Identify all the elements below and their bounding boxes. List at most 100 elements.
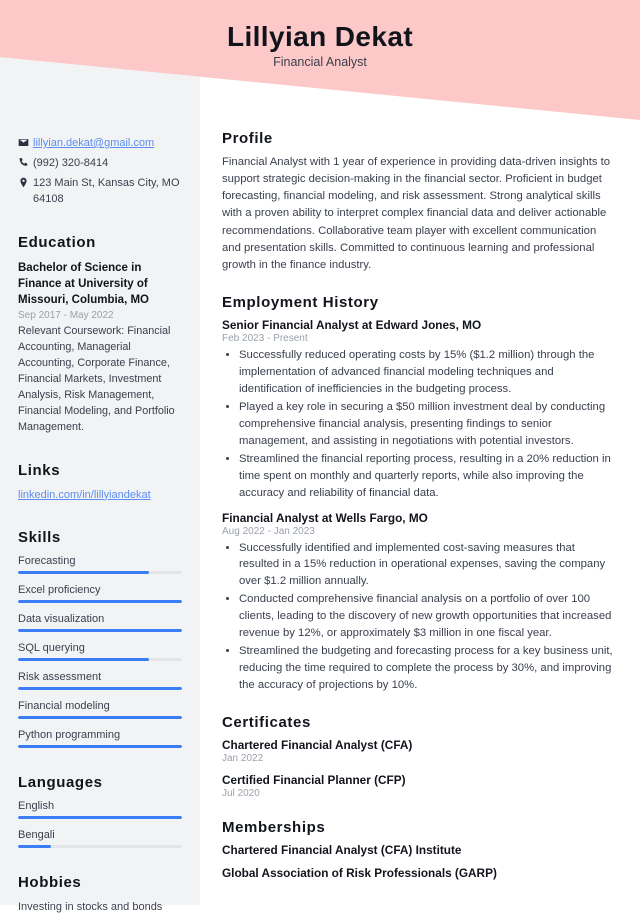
language-level-track: [18, 845, 182, 849]
education-section: Education Bachelor of Science in Finance…: [18, 234, 182, 436]
skill-level-fill: [18, 571, 150, 575]
contact-email-row[interactable]: lillyian.dekat@gmail.com: [18, 136, 182, 152]
skill-item: Data visualization: [18, 613, 182, 633]
language-label: English: [18, 800, 55, 813]
skill-item: Python programming: [18, 729, 182, 749]
skill-level-track: [18, 600, 182, 604]
languages-heading: Languages: [18, 774, 103, 792]
skill-label: Financial modeling: [18, 700, 110, 713]
education-item-description: Relevant Coursework: Financial Accountin…: [18, 324, 175, 433]
linkedin-link[interactable]: linkedin.com/in/lillyiandekat: [18, 489, 151, 501]
employment-bullet: Streamlined the budgeting and forecastin…: [239, 643, 616, 694]
skill-level-fill: [18, 716, 182, 720]
skill-level-track: [18, 571, 182, 575]
languages-list: English Bengali: [18, 800, 182, 849]
contact-address-row: 123 Main St, Kansas City, MO 64108: [18, 176, 182, 208]
page-title: Lillyian Dekat: [226, 21, 414, 52]
employment-heading: Employment History: [222, 294, 379, 312]
language-item: Bengali: [18, 829, 182, 849]
membership-item: Global Association of Risk Professionals…: [222, 865, 497, 880]
employment-bullet-list: Successfully identified and implemented …: [222, 540, 616, 694]
skill-level-fill: [18, 600, 182, 604]
skill-level-track: [18, 658, 182, 662]
hobbies-text: Investing in stocks and bonds: [18, 901, 163, 914]
education-item-date: Sep 2017 - May 2022: [18, 309, 114, 321]
employment-bullet-list: Successfully reduced operating costs by …: [222, 347, 616, 501]
employment-bullet: Successfully identified and implemented …: [239, 540, 616, 591]
certificate-date: Jul 2020: [222, 787, 260, 799]
certificates-section: Certificates Chartered Financial Analyst…: [222, 714, 616, 799]
skills-list: Forecasting Excel proficiency Data visuali…: [18, 555, 182, 749]
contact-phone-row: (992) 320-8414: [18, 156, 182, 172]
employment-bullet: Played a key role in securing a $50 mill…: [239, 399, 616, 450]
employment-entry-date: Feb 2023 - Present: [222, 333, 308, 345]
membership-item: Chartered Financial Analyst (CFA) Instit…: [222, 842, 462, 857]
links-heading: Links: [18, 461, 61, 479]
employment-entry: Financial Analyst at Wells Fargo, MO Aug …: [222, 511, 616, 694]
certificates-list: Chartered Financial Analyst (CFA) Jan 202…: [222, 738, 616, 799]
sidebar: lillyian.dekat@gmail.com (992) 320-8414 …: [0, 0, 200, 913]
employment-bullet: Conducted comprehensive financial analys…: [239, 591, 616, 642]
memberships-list: Chartered Financial Analyst (CFA) Instit…: [222, 843, 616, 880]
contact-address-value: 123 Main St, Kansas City, MO 64108: [33, 176, 180, 205]
certificates-heading: Certificates: [222, 713, 311, 731]
language-item: English: [18, 800, 182, 820]
employment-bullet: Successfully reduced operating costs by …: [239, 347, 616, 398]
skill-label: Python programming: [18, 729, 121, 742]
skill-level-track: [18, 687, 182, 691]
skill-item: Excel proficiency: [18, 584, 182, 604]
contact-phone-value: (992) 320-8414: [33, 156, 109, 169]
header-text-block: Lillyian Dekat Financial Analyst: [0, 0, 640, 125]
employment-bullet: Streamlined the financial reporting proc…: [239, 451, 616, 502]
links-section: Links linkedin.com/in/lillyiandekat: [18, 462, 182, 504]
language-label: Bengali: [18, 829, 55, 842]
employment-section: Employment History Senior Financial Anal…: [222, 294, 616, 694]
skill-label: SQL querying: [18, 642, 85, 655]
profile-heading: Profile: [222, 130, 273, 147]
skill-item: Risk assessment: [18, 671, 182, 691]
education-item-title: Bachelor of Science in Finance at Univer…: [18, 261, 149, 307]
memberships-section: Memberships Chartered Financial Analyst …: [222, 819, 616, 880]
profile-section: Profile Financial Analyst with 1 year of…: [222, 130, 616, 274]
main-content: Profile Financial Analyst with 1 year of…: [200, 0, 640, 905]
job-title: Financial Analyst: [273, 55, 367, 70]
certificate-date: Jan 2022: [222, 752, 264, 764]
skill-level-fill: [18, 687, 182, 691]
education-item: Bachelor of Science in Finance at Univer…: [18, 260, 182, 436]
education-heading: Education: [18, 233, 96, 251]
employment-list: Senior Financial Analyst at Edward Jones…: [222, 318, 616, 694]
skill-item: SQL querying: [18, 642, 182, 662]
employment-entry-title: Senior Financial Analyst at Edward Jones…: [222, 318, 482, 333]
envelope-icon: [18, 136, 33, 148]
skill-level-track: [18, 716, 182, 720]
skill-label: Excel proficiency: [18, 584, 101, 597]
skill-label: Risk assessment: [18, 671, 102, 684]
languages-section: Languages English Bengali: [18, 774, 182, 849]
certificate-title: Certified Financial Planner (CFP): [222, 772, 406, 787]
certificate-title: Chartered Financial Analyst (CFA): [222, 737, 413, 752]
contact-block: lillyian.dekat@gmail.com (992) 320-8414 …: [18, 136, 182, 208]
skill-level-fill: [18, 629, 182, 633]
skills-heading: Skills: [18, 529, 61, 547]
language-level-fill: [18, 845, 51, 849]
skill-level-track: [18, 629, 182, 633]
location-pin-icon: [18, 176, 33, 188]
employment-entry: Senior Financial Analyst at Edward Jones…: [222, 318, 616, 501]
employment-entry-date: Aug 2022 - Jan 2023: [222, 525, 315, 537]
skill-level-fill: [18, 745, 182, 749]
employment-entry-title: Financial Analyst at Wells Fargo, MO: [222, 510, 428, 525]
hobbies-heading: Hobbies: [18, 874, 82, 892]
skill-item: Forecasting: [18, 555, 182, 575]
language-level-track: [18, 816, 182, 820]
skill-item: Financial modeling: [18, 700, 182, 720]
skill-level-track: [18, 745, 182, 749]
certificate-item: Chartered Financial Analyst (CFA) Jan 202…: [222, 738, 616, 764]
phone-icon: [18, 156, 33, 168]
skill-label: Forecasting: [18, 555, 76, 568]
links-item[interactable]: linkedin.com/in/lillyiandekat: [18, 488, 182, 504]
contact-email-link[interactable]: lillyian.dekat@gmail.com: [33, 137, 154, 149]
skills-section: Skills Forecasting Excel proficiency Data …: [18, 529, 182, 749]
skill-label: Data visualization: [18, 613, 105, 626]
profile-text: Financial Analyst with 1 year of experie…: [222, 156, 611, 271]
certificate-item: Certified Financial Planner (CFP) Jul 202…: [222, 773, 616, 799]
